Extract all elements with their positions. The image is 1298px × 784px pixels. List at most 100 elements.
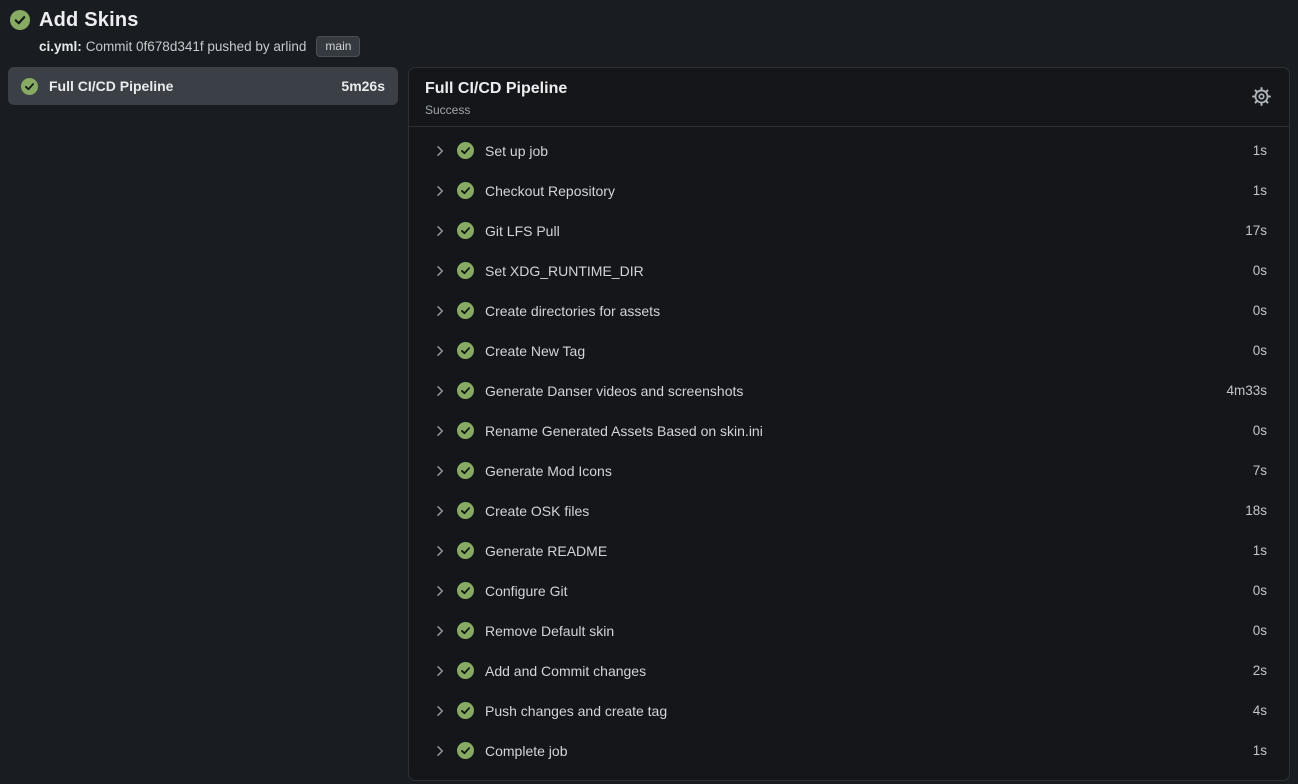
panel-job-title: Full CI/CD Pipeline <box>425 79 567 100</box>
chevron-right-icon[interactable] <box>433 744 447 758</box>
step-name: Create New Tag <box>485 343 585 359</box>
step-duration: 18s <box>1245 503 1267 518</box>
panel-titles: Full CI/CD Pipeline Success <box>425 79 567 117</box>
chevron-right-icon[interactable] <box>433 264 447 278</box>
step-row[interactable]: Complete job 1s <box>433 731 1267 771</box>
chevron-right-icon[interactable] <box>433 144 447 158</box>
step-name: Generate Danser videos and screenshots <box>485 383 743 399</box>
check-circle-icon <box>457 382 474 399</box>
step-name: Configure Git <box>485 583 567 599</box>
step-duration: 0s <box>1253 583 1267 598</box>
step-duration: 1s <box>1253 143 1267 158</box>
chevron-right-icon[interactable] <box>433 544 447 558</box>
step-row[interactable]: Create OSK files 18s <box>433 491 1267 531</box>
step-name: Set up job <box>485 143 548 159</box>
run-header: Add Skins ci.yml: Commit 0f678d341f push… <box>8 6 1290 57</box>
step-row[interactable]: Create directories for assets 0s <box>433 291 1267 331</box>
step-row[interactable]: Remove Default skin 0s <box>433 611 1267 651</box>
job-detail-panel: Full CI/CD Pipeline Success <box>408 67 1290 781</box>
chevron-right-icon[interactable] <box>433 304 447 318</box>
check-circle-icon <box>457 542 474 559</box>
check-circle-icon <box>457 302 474 319</box>
chevron-right-icon[interactable] <box>433 184 447 198</box>
step-row[interactable]: Set XDG_RUNTIME_DIR 0s <box>433 251 1267 291</box>
chevron-right-icon[interactable] <box>433 344 447 358</box>
run-title-row: Add Skins <box>8 6 1290 34</box>
step-duration: 0s <box>1253 623 1267 638</box>
step-name: Push changes and create tag <box>485 703 667 719</box>
step-name: Remove Default skin <box>485 623 614 639</box>
check-circle-icon <box>457 502 474 519</box>
step-row[interactable]: Create New Tag 0s <box>433 331 1267 371</box>
check-circle-icon <box>457 142 474 159</box>
chevron-right-icon[interactable] <box>433 224 447 238</box>
step-duration: 4m33s <box>1226 383 1267 398</box>
check-circle-icon <box>21 78 38 95</box>
check-circle-icon <box>457 582 474 599</box>
commit-summary: ci.yml: Commit 0f678d341f pushed by arli… <box>39 35 1290 57</box>
chevron-right-icon[interactable] <box>433 704 447 718</box>
chevron-right-icon[interactable] <box>433 504 447 518</box>
step-row[interactable]: Set up job 1s <box>433 131 1267 171</box>
step-name: Create OSK files <box>485 503 589 519</box>
step-duration: 1s <box>1253 183 1267 198</box>
run-content: Full CI/CD Pipeline 5m26s Full CI/CD Pip… <box>8 67 1290 781</box>
step-row[interactable]: Generate Mod Icons 7s <box>433 451 1267 491</box>
step-name: Create directories for assets <box>485 303 660 319</box>
check-circle-icon <box>457 182 474 199</box>
workflow-file-label: ci.yml: <box>39 39 82 54</box>
step-name: Checkout Repository <box>485 183 615 199</box>
step-row[interactable]: Generate Danser videos and screenshots 4… <box>433 371 1267 411</box>
chevron-right-icon[interactable] <box>433 584 447 598</box>
check-circle-icon <box>457 342 474 359</box>
step-duration: 17s <box>1245 223 1267 238</box>
sidebar-job-item[interactable]: Full CI/CD Pipeline 5m26s <box>8 67 398 105</box>
gear-icon[interactable] <box>1250 85 1273 108</box>
step-name: Add and Commit changes <box>485 663 646 679</box>
chevron-right-icon[interactable] <box>433 664 447 678</box>
step-row[interactable]: Rename Generated Assets Based on skin.in… <box>433 411 1267 451</box>
check-circle-icon <box>457 462 474 479</box>
jobs-sidebar: Full CI/CD Pipeline 5m26s <box>8 67 398 105</box>
step-duration: 0s <box>1253 303 1267 318</box>
step-duration: 4s <box>1253 703 1267 718</box>
panel-header: Full CI/CD Pipeline Success <box>409 68 1289 127</box>
step-name: Generate Mod Icons <box>485 463 612 479</box>
chevron-right-icon[interactable] <box>433 624 447 638</box>
check-circle-icon <box>457 622 474 639</box>
check-circle-icon <box>10 10 30 30</box>
step-name: Git LFS Pull <box>485 223 560 239</box>
check-circle-icon <box>457 662 474 679</box>
actions-run-page: Add Skins ci.yml: Commit 0f678d341f push… <box>0 0 1298 784</box>
job-name: Full CI/CD Pipeline <box>49 78 173 94</box>
step-row[interactable]: Push changes and create tag 4s <box>433 691 1267 731</box>
step-duration: 0s <box>1253 343 1267 358</box>
step-row[interactable]: Add and Commit changes 2s <box>433 651 1267 691</box>
panel-status-text: Success <box>425 103 567 117</box>
step-name: Complete job <box>485 743 568 759</box>
chevron-right-icon[interactable] <box>433 424 447 438</box>
check-circle-icon <box>457 702 474 719</box>
step-name: Rename Generated Assets Based on skin.in… <box>485 423 763 439</box>
step-duration: 7s <box>1253 463 1267 478</box>
branch-badge[interactable]: main <box>316 36 360 57</box>
step-duration: 0s <box>1253 263 1267 278</box>
commit-text: Commit 0f678d341f pushed by arlind <box>86 39 307 54</box>
step-row[interactable]: Generate README 1s <box>433 531 1267 571</box>
step-row[interactable]: Configure Git 0s <box>433 571 1267 611</box>
step-duration: 2s <box>1253 663 1267 678</box>
check-circle-icon <box>457 742 474 759</box>
job-duration: 5m26s <box>341 78 385 94</box>
check-circle-icon <box>457 262 474 279</box>
check-circle-icon <box>457 222 474 239</box>
step-row[interactable]: Git LFS Pull 17s <box>433 211 1267 251</box>
check-circle-icon <box>457 422 474 439</box>
step-name: Generate README <box>485 543 607 559</box>
steps-list: Set up job 1s Checkout Repository 1s Git… <box>409 127 1289 780</box>
chevron-right-icon[interactable] <box>433 384 447 398</box>
run-title: Add Skins <box>39 9 139 32</box>
step-row[interactable]: Checkout Repository 1s <box>433 171 1267 211</box>
step-duration: 0s <box>1253 423 1267 438</box>
chevron-right-icon[interactable] <box>433 464 447 478</box>
step-duration: 1s <box>1253 543 1267 558</box>
